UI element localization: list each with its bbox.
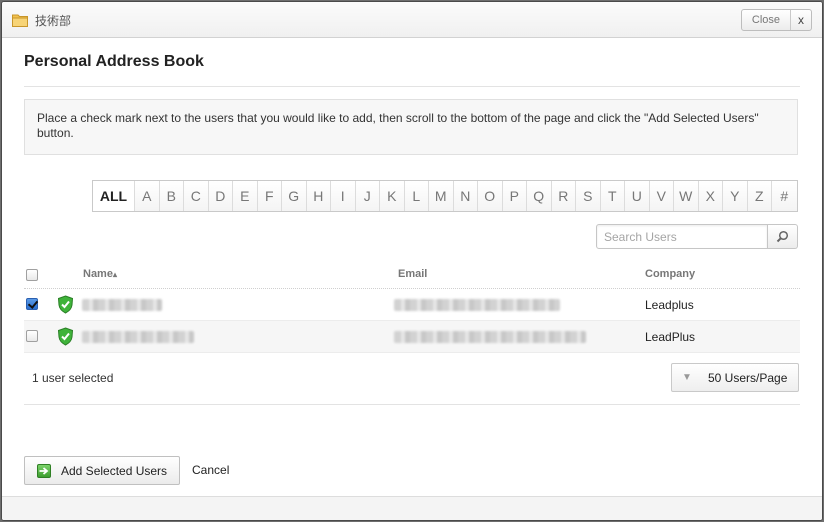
select-all-checkbox[interactable] bbox=[26, 269, 38, 281]
alpha-filter-j[interactable]: J bbox=[355, 181, 380, 211]
column-header-email[interactable]: Email bbox=[398, 268, 427, 280]
alpha-filter-y[interactable]: Y bbox=[723, 181, 748, 211]
cancel-link[interactable]: Cancel bbox=[192, 463, 229, 477]
address-book-dialog: 技術部 Close x Personal Address Book Place … bbox=[1, 1, 823, 521]
divider bbox=[24, 404, 800, 405]
window-title: 技術部 bbox=[35, 14, 72, 28]
column-header-company[interactable]: Company bbox=[645, 268, 695, 280]
alpha-filter-hash[interactable]: # bbox=[772, 181, 797, 211]
alpha-filter-t[interactable]: T bbox=[600, 181, 625, 211]
alpha-filter-n[interactable]: N bbox=[453, 181, 478, 211]
alpha-filter-r[interactable]: R bbox=[551, 181, 576, 211]
alpha-filter-v[interactable]: V bbox=[649, 181, 674, 211]
alpha-filter-q[interactable]: Q bbox=[527, 181, 552, 211]
divider bbox=[24, 86, 800, 87]
row-checkbox[interactable] bbox=[26, 330, 38, 342]
instructions-box: Place a check mark next to the users tha… bbox=[24, 99, 798, 155]
shield-check-icon bbox=[57, 327, 74, 346]
page-title: Personal Address Book bbox=[24, 53, 204, 70]
search-icon bbox=[776, 230, 789, 243]
chevron-down-icon: ▼ bbox=[682, 372, 692, 383]
alpha-filter-f[interactable]: F bbox=[257, 181, 282, 211]
user-company: LeadPlus bbox=[645, 330, 696, 344]
user-email-redacted bbox=[394, 299, 560, 311]
alphabet-filter: ALL A B C D E F G H I J K L M N O P Q R … bbox=[92, 180, 798, 212]
alpha-filter-w[interactable]: W bbox=[674, 181, 699, 211]
title-bar: 技術部 Close x bbox=[2, 2, 822, 38]
alpha-filter-s[interactable]: S bbox=[576, 181, 601, 211]
add-selected-users-button[interactable]: Add Selected Users bbox=[24, 456, 180, 485]
selected-count: 1 user selected bbox=[32, 371, 114, 385]
users-table: Name▴ Email Company Leadplus LeadPlus bbox=[24, 262, 800, 353]
user-company: Leadplus bbox=[645, 298, 694, 312]
table-row: LeadPlus bbox=[24, 321, 800, 353]
alpha-filter-x[interactable]: X bbox=[698, 181, 723, 211]
user-name-redacted bbox=[82, 331, 194, 343]
arrow-right-icon bbox=[37, 463, 51, 478]
table-row: Leadplus bbox=[24, 289, 800, 321]
folder-icon bbox=[12, 14, 28, 27]
footer-bar bbox=[2, 496, 822, 520]
alpha-filter-h[interactable]: H bbox=[306, 181, 331, 211]
search-button[interactable] bbox=[768, 224, 798, 249]
alpha-filter-p[interactable]: P bbox=[502, 181, 527, 211]
alpha-filter-a[interactable]: A bbox=[135, 181, 160, 211]
alpha-filter-e[interactable]: E bbox=[233, 181, 258, 211]
alpha-filter-z[interactable]: Z bbox=[747, 181, 772, 211]
alpha-filter-g[interactable]: G bbox=[282, 181, 307, 211]
close-icon[interactable]: x bbox=[791, 10, 811, 30]
alpha-filter-u[interactable]: U bbox=[625, 181, 650, 211]
search-input[interactable] bbox=[596, 224, 768, 249]
shield-check-icon bbox=[57, 295, 74, 314]
add-selected-users-label: Add Selected Users bbox=[61, 463, 168, 478]
alpha-filter-all[interactable]: ALL bbox=[93, 181, 135, 211]
user-email-redacted bbox=[394, 331, 586, 343]
close-button[interactable]: Close bbox=[742, 10, 791, 30]
alpha-filter-m[interactable]: M bbox=[429, 181, 454, 211]
alpha-filter-b[interactable]: B bbox=[159, 181, 184, 211]
user-name-redacted bbox=[82, 299, 162, 311]
close-control: Close x bbox=[740, 9, 812, 31]
sort-ascending-icon: ▴ bbox=[112, 270, 117, 279]
alpha-filter-d[interactable]: D bbox=[208, 181, 233, 211]
alpha-filter-c[interactable]: C bbox=[184, 181, 209, 211]
alpha-filter-i[interactable]: I bbox=[331, 181, 356, 211]
users-per-page-label: 50 Users/Page bbox=[708, 370, 788, 385]
alpha-filter-k[interactable]: K bbox=[380, 181, 405, 211]
alpha-filter-o[interactable]: O bbox=[478, 181, 503, 211]
users-per-page-select[interactable]: ▼ 50 Users/Page bbox=[671, 363, 799, 392]
column-header-name[interactable]: Name▴ bbox=[83, 268, 117, 280]
search-box bbox=[596, 224, 798, 249]
table-header: Name▴ Email Company bbox=[24, 262, 800, 289]
alpha-filter-l[interactable]: L bbox=[404, 181, 429, 211]
row-checkbox[interactable] bbox=[26, 298, 38, 310]
